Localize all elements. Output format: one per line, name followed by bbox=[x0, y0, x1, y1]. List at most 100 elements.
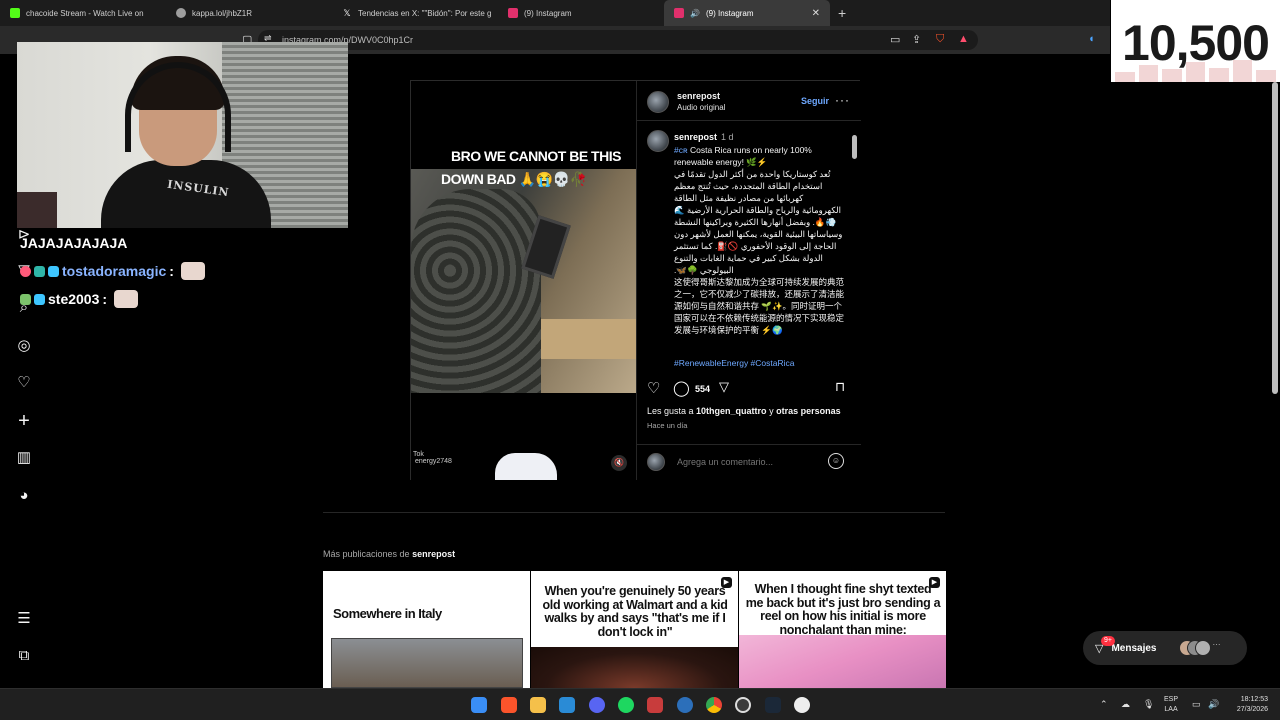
chat-emote bbox=[114, 290, 139, 308]
emoji-icon[interactable]: ☺ bbox=[828, 453, 844, 469]
caption-hashtags[interactable]: #RenewableEnergy #CostaRica bbox=[674, 358, 795, 368]
calendar-app-icon[interactable] bbox=[647, 697, 663, 713]
system-clock[interactable]: 18:12:53 27/3/2026 bbox=[1226, 695, 1268, 715]
likes-user[interactable]: 10thgen_quattro bbox=[696, 406, 767, 416]
like-heart-icon[interactable]: ♡ bbox=[647, 379, 660, 397]
follow-button[interactable]: Seguir bbox=[801, 96, 829, 106]
chat-message: ste2003 : bbox=[20, 290, 139, 308]
brave-app-icon[interactable] bbox=[501, 697, 517, 713]
chat-text: JAJAJAJAJAJA bbox=[20, 235, 128, 251]
vpn-icon[interactable]: ◖ bbox=[1088, 33, 1095, 45]
speaker-icon[interactable]: 🔊 bbox=[690, 9, 700, 18]
spotify-icon[interactable] bbox=[618, 697, 634, 713]
post-date: Hace un día bbox=[647, 421, 688, 430]
chat-emote bbox=[180, 262, 205, 280]
share-send-icon[interactable]: ▽ bbox=[719, 379, 729, 395]
caption-scrollbar-thumb[interactable] bbox=[852, 135, 857, 159]
onedrive-icon[interactable]: ☁ bbox=[1121, 699, 1130, 710]
screen-icon[interactable]: ▭ bbox=[890, 33, 900, 46]
more-avatars-icon: ··· bbox=[1212, 640, 1221, 649]
media-player-icon[interactable] bbox=[794, 697, 810, 713]
file-explorer-icon[interactable] bbox=[530, 697, 546, 713]
notifications-heart-icon[interactable]: ♡ bbox=[14, 373, 34, 393]
obs-icon[interactable] bbox=[735, 697, 751, 713]
likes-others[interactable]: otras personas bbox=[776, 406, 841, 416]
volume-icon[interactable]: 🔊 bbox=[1208, 699, 1219, 710]
profile-avatar-icon[interactable]: ◕ bbox=[14, 486, 34, 506]
chat-username[interactable]: ste2003 bbox=[48, 291, 99, 307]
more-post-thumbnail[interactable]: Somewhere in Italy bbox=[323, 571, 530, 688]
caption-arabic: تُعد كوستاريكا واحدة من أكثر الدول تقدمً… bbox=[671, 169, 843, 275]
chat-badge-icon bbox=[34, 293, 45, 305]
thumbnail-text: Somewhere in Italy bbox=[333, 606, 442, 621]
cloud-sticker bbox=[495, 453, 557, 480]
account-name[interactable]: senrepost bbox=[677, 91, 720, 101]
more-post-thumbnail[interactable]: ▶ When I thought fine shyt texted me bac… bbox=[739, 571, 946, 688]
close-tab-icon[interactable]: ✕ bbox=[812, 8, 820, 19]
comment-icon[interactable]: ◯ bbox=[673, 379, 690, 397]
video-frame: Tok energy2748 bbox=[411, 169, 636, 465]
thumbnail-image bbox=[331, 638, 523, 688]
ccleaner-icon[interactable] bbox=[677, 697, 693, 713]
hashtag-link[interactable]: #cʀ bbox=[674, 145, 688, 155]
also-from-meta-icon[interactable]: ⧉ bbox=[14, 646, 34, 666]
messages-label: Mensajes bbox=[1111, 642, 1157, 654]
chat-message: tostadoramagic : bbox=[20, 262, 205, 280]
share-icon[interactable]: ⇪ bbox=[912, 33, 921, 46]
rewards-icon[interactable]: ▲ bbox=[958, 33, 969, 45]
steam-icon[interactable] bbox=[765, 697, 781, 713]
kick-favicon-icon bbox=[10, 8, 20, 18]
messages-avatars: ··· bbox=[1178, 640, 1221, 656]
new-tab-icon[interactable]: + bbox=[830, 5, 846, 21]
caption-username[interactable]: senrepost bbox=[674, 132, 717, 142]
thumbnail-text: When you're genuinely 50 years old worki… bbox=[542, 584, 728, 639]
keyboard-layout: LAA bbox=[1164, 706, 1178, 713]
reel-video[interactable]: Tok energy2748 BRO WE CANNOT BE THIS DOW… bbox=[411, 81, 636, 480]
browser-tab-instagram-active[interactable]: 🔊 (9) Instagram ✕ bbox=[664, 0, 830, 26]
more-post-thumbnail[interactable]: ▶ When you're genuinely 50 years old wor… bbox=[531, 571, 738, 688]
mute-icon[interactable]: 🔇 bbox=[611, 455, 627, 471]
section-divider bbox=[323, 512, 945, 513]
comment-count: 554 bbox=[695, 384, 711, 394]
brave-shield-icon[interactable]: ⛉ bbox=[936, 33, 944, 46]
thumbnail-image bbox=[531, 647, 738, 688]
browser-tab-kappa[interactable]: kappa.lol/jhbZ1R bbox=[166, 0, 332, 26]
video-caption-line1: BRO WE CANNOT BE THIS bbox=[451, 148, 621, 164]
dashboard-icon[interactable]: ▥ bbox=[14, 448, 34, 468]
url-field[interactable]: instagram.com/p/DWV0C0hp1Cr bbox=[258, 30, 978, 50]
tab-label: (9) Instagram bbox=[705, 8, 754, 18]
likes-summary: Les gusta a 10thgen_quattro y otras pers… bbox=[647, 406, 841, 416]
browser-tab-bar: chacoide Stream - Watch Live on kappa.lo… bbox=[0, 0, 1110, 26]
create-icon[interactable]: + bbox=[14, 411, 34, 431]
add-comment-input[interactable] bbox=[677, 457, 817, 467]
audio-label[interactable]: Audio original bbox=[677, 103, 725, 112]
save-bookmark-icon[interactable]: ⊓ bbox=[835, 379, 845, 395]
tray-chevron-icon[interactable]: ⌃ bbox=[1100, 699, 1108, 710]
browser-tab-kick[interactable]: chacoide Stream - Watch Live on bbox=[0, 0, 166, 26]
network-icon[interactable]: ▭ bbox=[1192, 699, 1201, 710]
chrome-icon[interactable] bbox=[706, 697, 722, 713]
more-posts-account[interactable]: senrepost bbox=[412, 549, 455, 559]
chair bbox=[17, 192, 57, 228]
chat-text: : bbox=[169, 263, 174, 279]
menu-icon[interactable]: ☰ bbox=[14, 609, 34, 629]
account-avatar[interactable] bbox=[647, 130, 669, 152]
explore-icon[interactable]: ◎ bbox=[14, 336, 34, 356]
windows-start-icon[interactable] bbox=[471, 697, 487, 713]
bing-icon[interactable] bbox=[559, 697, 575, 713]
more-options-icon[interactable]: ··· bbox=[835, 93, 850, 107]
post-actions: ♡ ◯ 554 ▽ ⊓ bbox=[637, 379, 861, 409]
caption-english: Costa Rica runs on nearly 100% renewable… bbox=[674, 145, 815, 167]
microphone-icon[interactable]: 🎙 bbox=[1143, 699, 1154, 710]
account-avatar[interactable] bbox=[647, 91, 669, 113]
discord-icon[interactable] bbox=[589, 697, 605, 713]
page-scrollbar[interactable] bbox=[1272, 82, 1278, 394]
more-posts-prefix: Más publicaciones de bbox=[323, 549, 413, 559]
chat-username[interactable]: tostadoramagic bbox=[62, 263, 166, 279]
more-posts-heading: Más publicaciones de senrepost bbox=[323, 549, 455, 559]
browser-tab-instagram-1[interactable]: (9) Instagram bbox=[498, 0, 664, 26]
browser-tab-x[interactable]: 𝕏 Tendencias en X: ""Bidón": Por este g bbox=[332, 0, 498, 26]
caption-scrollbar[interactable] bbox=[851, 123, 857, 371]
language-indicator[interactable]: ESP LAA bbox=[1164, 695, 1178, 715]
counter-value: 10,500 bbox=[1122, 15, 1270, 71]
